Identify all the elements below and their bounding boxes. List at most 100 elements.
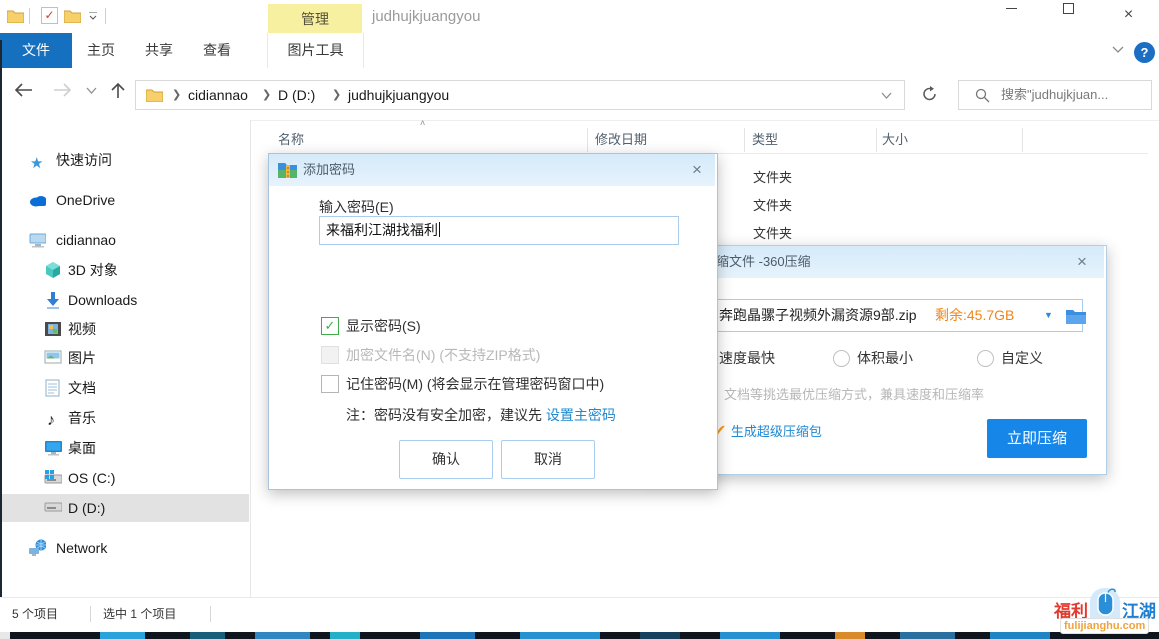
divider: [90, 606, 91, 622]
taskbar-segment: [835, 632, 865, 639]
watermark-site-url: fulijianghu.com: [1060, 618, 1149, 634]
up-icon[interactable]: [110, 82, 126, 99]
column-header-name[interactable]: 名称: [278, 126, 304, 154]
breadcrumb-item[interactable]: judhujkjuangyou: [348, 81, 449, 109]
sidebar-item-label: 图片: [68, 344, 96, 372]
file-row-type[interactable]: 文件夹: [745, 164, 875, 192]
divider: [29, 8, 30, 24]
column-header-type[interactable]: 类型: [752, 126, 778, 154]
sidebar-item-label: 桌面: [68, 434, 96, 462]
sidebar-item-documents[interactable]: 文档: [0, 374, 249, 402]
radio-label: 速度最快: [719, 348, 775, 368]
folder-icon[interactable]: [7, 8, 24, 23]
archive-name-input[interactable]: 奔跑晶骡子视频外漏资源9部.zip 剩余:45.7GB ▼: [657, 299, 1083, 332]
breadcrumb-item[interactable]: D (D:): [278, 81, 315, 109]
fulijianghu-watermark: 福利 江湖 fulijianghu.com: [1052, 588, 1159, 639]
confirm-button[interactable]: 确认: [399, 440, 493, 479]
tab-home[interactable]: 主页: [72, 33, 130, 68]
sidebar-item-pictures[interactable]: 图片: [0, 344, 249, 372]
address-dropdown-icon[interactable]: [881, 92, 892, 100]
file-row-type[interactable]: 文件夹: [745, 192, 875, 220]
breadcrumb-separator: ❯: [262, 81, 271, 109]
breadcrumb-item[interactable]: cidiannao: [188, 81, 248, 109]
column-divider[interactable]: [587, 128, 588, 152]
back-icon[interactable]: [14, 82, 34, 98]
ribbon-collapse-icon[interactable]: [1112, 46, 1124, 54]
breadcrumb-folder-icon: [146, 88, 163, 102]
file-row-type[interactable]: 文件夹: [745, 220, 875, 248]
document-icon: [45, 379, 63, 397]
sidebar-item-label: Network: [56, 534, 107, 562]
forward-icon[interactable]: [52, 82, 72, 98]
file-type-label: 文件夹: [753, 198, 792, 213]
checkbox-disabled-icon: [321, 346, 339, 364]
taskbar-segment: [255, 632, 310, 639]
sidebar-item-network[interactable]: Network: [0, 534, 249, 562]
sidebar-item-label: D (D:): [68, 494, 105, 522]
quick-access-check-icon[interactable]: ✓: [41, 7, 58, 24]
breadcrumb-separator: ❯: [332, 81, 341, 109]
manage-ribbon-tab[interactable]: 管理: [268, 4, 362, 34]
super-pack-toggle[interactable]: ✔ 生成超级压缩包: [713, 421, 822, 441]
password-dialog-titlebar: 添加密码 ×: [269, 154, 715, 186]
qat-dropdown-icon[interactable]: [88, 12, 98, 20]
minimize-button[interactable]: [989, 0, 1034, 30]
computer-icon: [28, 231, 46, 249]
close-icon[interactable]: ×: [692, 155, 702, 185]
divider: [105, 8, 106, 24]
browse-folder-icon[interactable]: [1066, 307, 1086, 324]
column-header-date-modified[interactable]: 修改日期: [595, 126, 647, 154]
help-icon[interactable]: ?: [1134, 42, 1155, 63]
column-header-size[interactable]: 大小: [882, 126, 908, 154]
column-divider[interactable]: [1022, 128, 1023, 152]
sort-ascending-icon: ˄: [420, 118, 430, 128]
ribbon-tab-bar: 文件 主页 共享 查看 图片工具: [0, 33, 1159, 69]
sidebar-item-videos[interactable]: 视频: [0, 315, 249, 343]
compress-hint-text: 视频、文档等挑选最优压缩方式，兼具速度和压缩率: [685, 384, 984, 403]
close-button[interactable]: ×: [1106, 0, 1151, 30]
drive-dropdown-icon[interactable]: ▼: [1044, 300, 1053, 331]
close-icon[interactable]: ×: [1077, 247, 1087, 277]
tab-picture-tools[interactable]: 图片工具: [267, 33, 364, 68]
maximize-button[interactable]: [1046, 0, 1091, 30]
tab-file[interactable]: 文件: [0, 33, 72, 68]
taskbar-segment: [420, 632, 475, 639]
explorer-window: ✓ 管理 judhujkjuangyou × 文件 主页 共享 查看 图片工具 …: [0, 0, 1159, 639]
network-icon: [28, 539, 46, 557]
password-input[interactable]: 来福利江湖找福利: [319, 216, 679, 245]
sidebar-item-os-c-drive[interactable]: OS (C:): [0, 464, 249, 492]
status-bar: 5 个项目 选中 1 个项目: [0, 597, 1159, 633]
column-divider[interactable]: [876, 128, 877, 152]
tab-share[interactable]: 共享: [130, 33, 188, 68]
history-dropdown-icon[interactable]: [86, 87, 97, 95]
sidebar-item-music[interactable]: ♪ 音乐: [0, 404, 249, 432]
sidebar-item-d-drive[interactable]: D (D:): [0, 494, 249, 522]
sidebar-item-downloads[interactable]: Downloads: [0, 286, 249, 314]
selected-count-label: 选中 1 个项目: [103, 598, 176, 630]
set-master-password-link[interactable]: 设置主密码: [546, 407, 616, 423]
folder-icon[interactable]: [64, 8, 81, 23]
search-input[interactable]: 搜索"judhujkjuan...: [958, 80, 1152, 110]
radio-label: 自定义: [1001, 348, 1043, 368]
refresh-button[interactable]: [905, 80, 955, 108]
file-type-label: 文件夹: [753, 170, 792, 185]
sidebar-item-3d-objects[interactable]: 3D 对象: [0, 256, 249, 284]
sidebar-item-quick-access[interactable]: ★ 快速访问: [0, 146, 249, 174]
sidebar-item-onedrive[interactable]: OneDrive: [0, 186, 249, 214]
title-bar: ✓ 管理 judhujkjuangyou ×: [0, 0, 1159, 33]
cancel-button[interactable]: 取消: [501, 440, 595, 479]
compress-now-button[interactable]: 立即压缩: [987, 419, 1087, 458]
drive-icon: [44, 502, 62, 520]
file-type-label: 文件夹: [753, 226, 792, 241]
sidebar-item-label: OneDrive: [56, 186, 115, 214]
tab-view[interactable]: 查看: [188, 33, 246, 68]
taskbar-segment: [100, 632, 145, 639]
quick-access-star-icon: ★: [30, 150, 48, 168]
password-value: 来福利江湖找福利: [326, 222, 438, 238]
sidebar-item-this-pc[interactable]: cidiannao: [0, 226, 249, 254]
sidebar-item-desktop[interactable]: 桌面: [0, 434, 249, 462]
security-note: 注：密码没有安全加密，建议先 设置主密码: [346, 405, 616, 425]
column-divider[interactable]: [744, 128, 745, 152]
search-placeholder: 搜索"judhujkjuan...: [1001, 81, 1146, 109]
address-box[interactable]: ❯ cidiannao ❯ D (D:) ❯ judhujkjuangyou: [135, 80, 905, 110]
